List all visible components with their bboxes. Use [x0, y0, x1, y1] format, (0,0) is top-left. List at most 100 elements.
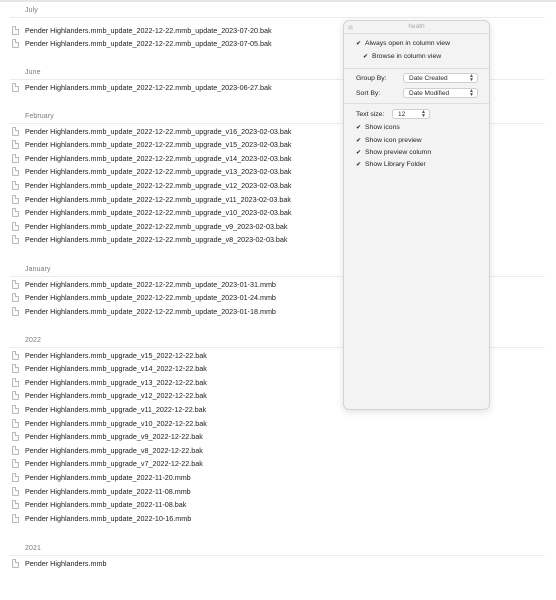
file-row[interactable]: Pender Highlanders.mmb_update_2022-12-22…	[12, 152, 342, 164]
group-header: 2021	[25, 545, 41, 552]
file-row[interactable]: Pender Highlanders.mmb_update_2022-12-22…	[12, 234, 342, 246]
document-icon	[12, 221, 19, 231]
file-row[interactable]: Pender Highlanders.mmb_update_2022-12-22…	[12, 139, 342, 151]
show-library-folder-checkbox[interactable]: Show Library Folder	[356, 161, 426, 168]
checkbox-label: Always open in column view	[365, 40, 451, 47]
always-open-column-view-checkbox[interactable]: Always open in column view	[356, 40, 450, 47]
document-icon	[12, 391, 19, 401]
file-name: Pender Highlanders.mmb_update_2022-12-22…	[25, 194, 291, 204]
file-name: Pender Highlanders.mmb_update_2022-12-22…	[25, 82, 272, 92]
file-row[interactable]: Pender Highlanders.mmb_upgrade_v9_2022-1…	[12, 431, 342, 443]
file-name: Pender Highlanders.mmb_upgrade_v13_2022-…	[25, 377, 207, 387]
file-row[interactable]: Pender Highlanders.mmb_upgrade_v11_2022-…	[12, 403, 342, 415]
document-icon	[12, 306, 19, 316]
file-row[interactable]: Pender Highlanders.mmb_upgrade_v14_2022-…	[12, 363, 342, 375]
document-icon	[12, 194, 19, 204]
window-top-edge	[0, 0, 556, 2]
file-name: Pender Highlanders.mmb_upgrade_v11_2022-…	[25, 404, 207, 414]
panel-title: heath	[408, 23, 425, 30]
file-row[interactable]: Pender Highlanders.mmb_update_2022-11-08…	[12, 485, 342, 497]
group-header: January	[25, 266, 51, 273]
file-row[interactable]: Pender Highlanders.mmb_update_2022-12-22…	[12, 220, 342, 232]
file-name: Pender Highlanders.mmb_update_2022-12-22…	[25, 306, 276, 316]
group-header: February	[25, 113, 54, 120]
file-name: Pender Highlanders.mmb_update_2022-12-22…	[25, 293, 276, 303]
file-row[interactable]: Pender Highlanders.mmb_upgrade_v7_2022-1…	[12, 458, 342, 470]
checkbox-label: Show Library Folder	[365, 161, 426, 168]
view-options-panel: heath Always open in column view Browse …	[343, 20, 490, 410]
document-icon	[12, 432, 19, 442]
file-row[interactable]: Pender Highlanders.mmb_upgrade_v10_2022-…	[12, 417, 342, 429]
document-icon	[12, 513, 19, 523]
file-name: Pender Highlanders.mmb_upgrade_v8_2022-1…	[25, 445, 203, 455]
file-name: Pender Highlanders.mmb_upgrade_v14_2022-…	[25, 364, 207, 374]
document-icon	[12, 418, 19, 428]
group-header: June	[25, 69, 41, 76]
file-row[interactable]: Pender Highlanders.mmb_update_2022-12-22…	[12, 292, 342, 304]
file-row[interactable]: Pender Highlanders.mmb_upgrade_v8_2022-1…	[12, 444, 342, 456]
document-icon	[12, 472, 19, 482]
file-row[interactable]: Pender Highlanders.mmb_update_2022-12-22…	[12, 38, 342, 50]
file-name: Pender Highlanders.mmb_update_2022-12-22…	[25, 180, 292, 190]
checkmark-icon	[356, 41, 362, 47]
document-icon	[12, 364, 19, 374]
document-icon	[12, 126, 19, 136]
text-size-value: 12	[398, 110, 406, 118]
file-row[interactable]: Pender Highlanders.mmb_update_2022-12-22…	[12, 24, 342, 36]
sort-by-select[interactable]: Date Modified ▲ ▼	[403, 88, 478, 98]
sort-by-label: Sort By:	[356, 90, 381, 97]
file-row[interactable]: Pender Highlanders.mmb_update_2022-11-08…	[12, 499, 342, 511]
file-row[interactable]: Pender Highlanders.mmb	[12, 557, 342, 569]
document-icon	[12, 350, 19, 360]
file-row[interactable]: Pender Highlanders.mmb_update_2022-12-22…	[12, 81, 342, 93]
group-by-value: Date Created	[409, 74, 448, 82]
file-name: Pender Highlanders.mmb_upgrade_v10_2022-…	[25, 418, 207, 428]
file-row[interactable]: Pender Highlanders.mmb_upgrade_v15_2022-…	[12, 349, 342, 361]
file-name: Pender Highlanders.mmb_update_2022-10-16…	[25, 513, 192, 523]
show-preview-column-checkbox[interactable]: Show preview column	[356, 149, 431, 156]
group-separator	[10, 555, 545, 556]
file-name: Pender Highlanders.mmb_update_2022-12-22…	[25, 39, 272, 49]
file-row[interactable]: Pender Highlanders.mmb_update_2022-11-20…	[12, 471, 342, 483]
chevron-updown-icon: ▲ ▼	[469, 73, 474, 83]
file-name: Pender Highlanders.mmb_update_2022-12-22…	[25, 126, 292, 136]
document-icon	[12, 140, 19, 150]
text-size-label: Text size:	[356, 111, 385, 118]
show-icons-checkbox[interactable]: Show icons	[356, 124, 400, 131]
group-by-select[interactable]: Date Created ▲ ▼	[403, 73, 478, 83]
checkbox-label: Show icon preview	[365, 137, 422, 144]
file-row[interactable]: Pender Highlanders.mmb_update_2022-12-22…	[12, 305, 342, 317]
chevron-updown-icon: ▲ ▼	[469, 88, 474, 98]
file-row[interactable]: Pender Highlanders.mmb_update_2022-10-16…	[12, 512, 342, 524]
file-name: Pender Highlanders.mmb_update_2022-11-20…	[25, 472, 191, 482]
file-row[interactable]: Pender Highlanders.mmb_update_2022-12-22…	[12, 179, 342, 191]
document-icon	[12, 558, 19, 568]
file-row[interactable]: Pender Highlanders.mmb_upgrade_v13_2022-…	[12, 376, 342, 388]
file-row[interactable]: Pender Highlanders.mmb_update_2022-12-22…	[12, 193, 342, 205]
document-icon	[12, 153, 19, 163]
document-icon	[12, 235, 19, 245]
document-icon	[12, 459, 19, 469]
text-size-select[interactable]: 12 ▲ ▼	[392, 109, 430, 119]
file-row[interactable]: Pender Highlanders.mmb_update_2022-12-22…	[12, 278, 342, 290]
file-name: Pender Highlanders.mmb_update_2022-11-08…	[25, 500, 187, 510]
document-icon	[12, 39, 19, 49]
checkmark-icon	[356, 125, 362, 131]
browse-column-view-checkbox[interactable]: Browse in column view	[363, 53, 441, 60]
checkmark-icon	[356, 138, 362, 144]
document-icon	[12, 208, 19, 218]
file-name: Pender Highlanders.mmb_update_2022-12-22…	[25, 279, 276, 289]
show-icon-preview-checkbox[interactable]: Show icon preview	[356, 137, 422, 144]
group-header: 2022	[25, 337, 41, 344]
file-name: Pender Highlanders.mmb	[25, 558, 107, 568]
file-row[interactable]: Pender Highlanders.mmb_update_2022-12-22…	[12, 166, 342, 178]
file-name: Pender Highlanders.mmb_update_2022-11-08…	[25, 486, 191, 496]
file-row[interactable]: Pender Highlanders.mmb_update_2022-12-22…	[12, 125, 342, 137]
document-icon	[12, 180, 19, 190]
file-row[interactable]: Pender Highlanders.mmb_update_2022-12-22…	[12, 207, 342, 219]
file-row[interactable]: Pender Highlanders.mmb_upgrade_v12_2022-…	[12, 390, 342, 402]
document-icon	[12, 279, 19, 289]
file-name: Pender Highlanders.mmb_update_2022-12-22…	[25, 167, 292, 177]
checkmark-icon	[363, 54, 369, 60]
file-name: Pender Highlanders.mmb_update_2022-12-22…	[25, 25, 272, 35]
